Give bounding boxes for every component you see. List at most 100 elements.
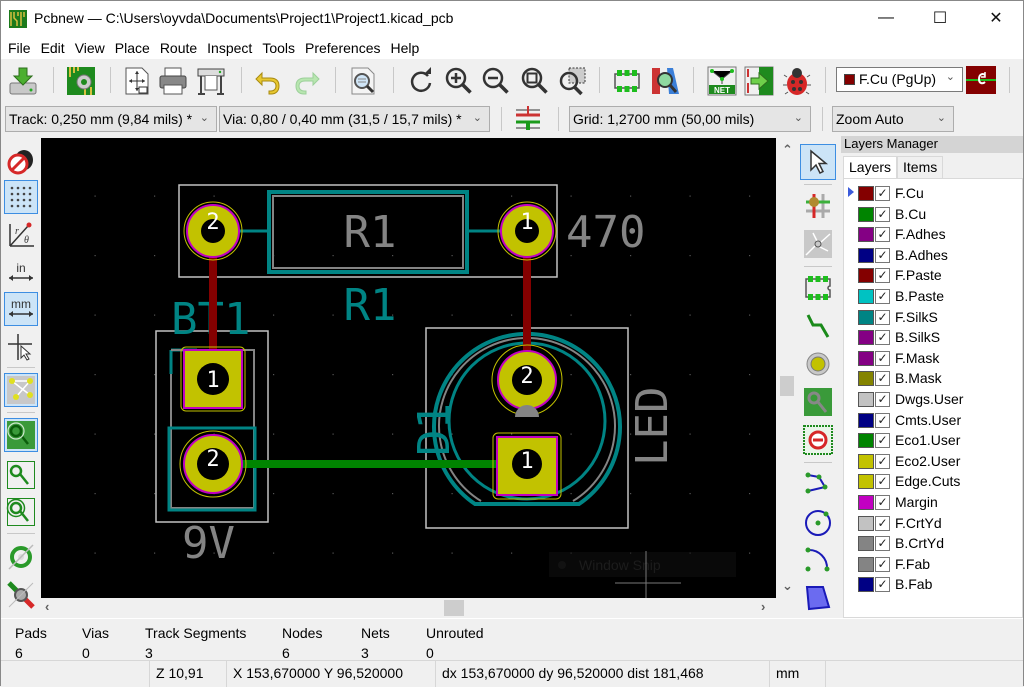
layer-row[interactable]: ✓ F.SilkS — [844, 307, 1022, 327]
drc-icon[interactable] — [781, 65, 813, 97]
layer-row[interactable]: ✓ F.Adhes — [844, 224, 1022, 244]
active-layer-select[interactable]: F.Cu (PgUp) ⌄ — [836, 67, 963, 92]
layer-row[interactable]: ✓ B.Paste — [844, 286, 1022, 306]
add-via-button[interactable] — [800, 346, 836, 382]
local-ratsnest-button[interactable] — [800, 226, 836, 262]
layer-color-swatch[interactable] — [858, 392, 874, 407]
layer-row[interactable]: ✓ B.Cu — [844, 204, 1022, 224]
minimize-button[interactable]: — — [863, 1, 909, 35]
tab-items[interactable]: Items — [897, 156, 944, 178]
layer-row[interactable]: ✓ Eco2.User — [844, 451, 1022, 471]
board-setup-icon[interactable] — [65, 65, 97, 97]
layer-row[interactable]: ✓ B.Mask — [844, 368, 1022, 388]
layer-row[interactable]: ✓ F.Fab — [844, 554, 1022, 574]
canvas-vertical-scrollbar[interactable]: ⌃ ⌄ — [776, 138, 798, 598]
layer-color-swatch[interactable] — [858, 350, 874, 366]
layer-color-swatch[interactable] — [858, 206, 874, 222]
scroll-up-icon[interactable]: ⌃ — [782, 142, 793, 158]
layer-visibility-checkbox[interactable]: ✓ — [875, 247, 890, 263]
layer-visibility-checkbox[interactable]: ✓ — [875, 350, 890, 366]
layer-visibility-checkbox[interactable]: ✓ — [875, 412, 890, 428]
pad-bt1-2[interactable]: 2 — [179, 430, 247, 498]
canvas-horizontal-scrollbar[interactable]: ‹ › — [41, 598, 776, 618]
zoom-in-icon[interactable] — [443, 65, 475, 97]
menu-route[interactable]: Route — [155, 37, 202, 59]
layer-color-swatch[interactable] — [858, 247, 874, 263]
layer-row[interactable]: ✓ F.CrtYd — [844, 513, 1022, 533]
layer-visibility-checkbox[interactable]: ✓ — [875, 556, 890, 572]
menu-inspect[interactable]: Inspect — [202, 37, 257, 59]
layer-color-swatch[interactable] — [858, 433, 874, 449]
zones-sketch-button[interactable] — [4, 495, 38, 529]
layer-color-swatch[interactable] — [858, 412, 874, 428]
layer-visibility-checkbox[interactable]: ✓ — [875, 309, 890, 325]
menu-view[interactable]: View — [70, 37, 110, 59]
grid-toggle-button[interactable] — [4, 180, 38, 214]
track-width-select[interactable]: Track: 0,250 mm (9,84 mils) * ⌄ — [5, 106, 217, 132]
footprint-browser-icon[interactable] — [649, 65, 681, 97]
save-icon[interactable] — [7, 65, 39, 97]
layer-visibility-checkbox[interactable]: ✓ — [875, 433, 890, 449]
add-zone-button[interactable] — [800, 384, 836, 420]
pads-sketch-button[interactable] — [4, 540, 38, 574]
highlight-net-button[interactable] — [800, 188, 836, 224]
layer-row[interactable]: ✓ Edge.Cuts — [844, 471, 1022, 491]
layer-visibility-checkbox[interactable]: ✓ — [875, 289, 890, 304]
layer-color-swatch[interactable] — [858, 474, 874, 490]
layer-row[interactable]: ✓ F.Paste — [844, 265, 1022, 285]
scroll-right-icon[interactable]: › — [761, 599, 765, 614]
layer-visibility-checkbox[interactable]: ✓ — [875, 330, 890, 346]
layer-row[interactable]: ✓ Margin — [844, 492, 1022, 512]
pcb-canvas[interactable]: R1 R1 470 BT1 9V D1 LED — [41, 138, 776, 598]
drc-off-button[interactable] — [4, 144, 38, 178]
layer-row[interactable]: ✓ B.SilkS — [844, 327, 1022, 347]
layer-visibility-checkbox[interactable]: ✓ — [875, 536, 890, 552]
tab-layers[interactable]: Layers — [843, 156, 898, 178]
zones-outline-button[interactable] — [4, 458, 38, 492]
close-button[interactable]: ✕ — [973, 1, 1019, 35]
vertical-scroll-thumb[interactable] — [780, 376, 794, 396]
layer-color-swatch[interactable] — [858, 330, 874, 346]
layer-color-swatch[interactable] — [858, 371, 874, 387]
page-settings-icon[interactable] — [121, 65, 153, 97]
polar-coords-button[interactable]: r θ — [4, 218, 38, 252]
menu-file[interactable]: File — [3, 37, 36, 59]
scroll-down-icon[interactable]: ⌄ — [782, 578, 793, 594]
layer-visibility-checkbox[interactable]: ✓ — [875, 186, 890, 201]
zoom-select[interactable]: Zoom Auto ⌄ — [832, 106, 954, 132]
maximize-button[interactable]: ☐ — [917, 1, 963, 35]
layer-color-swatch[interactable] — [858, 453, 874, 469]
layer-visibility-checkbox[interactable]: ✓ — [875, 453, 890, 469]
layer-row[interactable]: ✓ F.Mask — [844, 348, 1022, 368]
layer-row[interactable]: ✓ F.Cu — [844, 183, 1022, 203]
add-arc-button[interactable] — [800, 542, 836, 578]
layer-visibility-checkbox[interactable]: ✓ — [875, 227, 890, 243]
pad-r1-1[interactable]: 1 — [497, 201, 557, 261]
layer-color-swatch[interactable] — [858, 186, 874, 201]
redraw-icon[interactable] — [405, 65, 437, 97]
scroll-left-icon[interactable]: ‹ — [45, 599, 49, 614]
find-icon[interactable] — [347, 65, 379, 97]
layer-color-swatch[interactable] — [858, 495, 874, 510]
zoom-out-icon[interactable] — [480, 65, 512, 97]
layer-row[interactable]: ✓ B.Adhes — [844, 245, 1022, 265]
grid-select[interactable]: Grid: 1,2700 mm (50,00 mils) ⌄ — [569, 106, 811, 132]
via-size-select[interactable]: Via: 0,80 / 0,40 mm (31,5 / 15,7 mils) *… — [219, 106, 490, 132]
zones-filled-button[interactable] — [4, 418, 38, 452]
zoom-selection-icon[interactable] — [557, 65, 589, 97]
layer-color-swatch[interactable] — [858, 556, 874, 572]
layer-row[interactable]: ✓ Dwgs.User — [844, 389, 1022, 409]
pad-r1-2[interactable]: 2 — [183, 201, 243, 261]
update-pcb-icon[interactable] — [743, 65, 775, 97]
layer-visibility-checkbox[interactable]: ✓ — [875, 474, 890, 490]
layer-row[interactable]: ✓ B.Fab — [844, 574, 1022, 594]
layer-visibility-checkbox[interactable]: ✓ — [875, 392, 890, 407]
layer-color-swatch[interactable] — [858, 536, 874, 552]
inch-units-button[interactable]: in — [4, 256, 38, 290]
select-tool-button[interactable] — [800, 144, 836, 180]
horizontal-scroll-thumb[interactable] — [444, 600, 464, 616]
footprint-editor-icon[interactable] — [611, 65, 643, 97]
keepout-button[interactable] — [800, 422, 836, 458]
menu-place[interactable]: Place — [110, 37, 155, 59]
add-circle-button[interactable] — [800, 504, 836, 540]
